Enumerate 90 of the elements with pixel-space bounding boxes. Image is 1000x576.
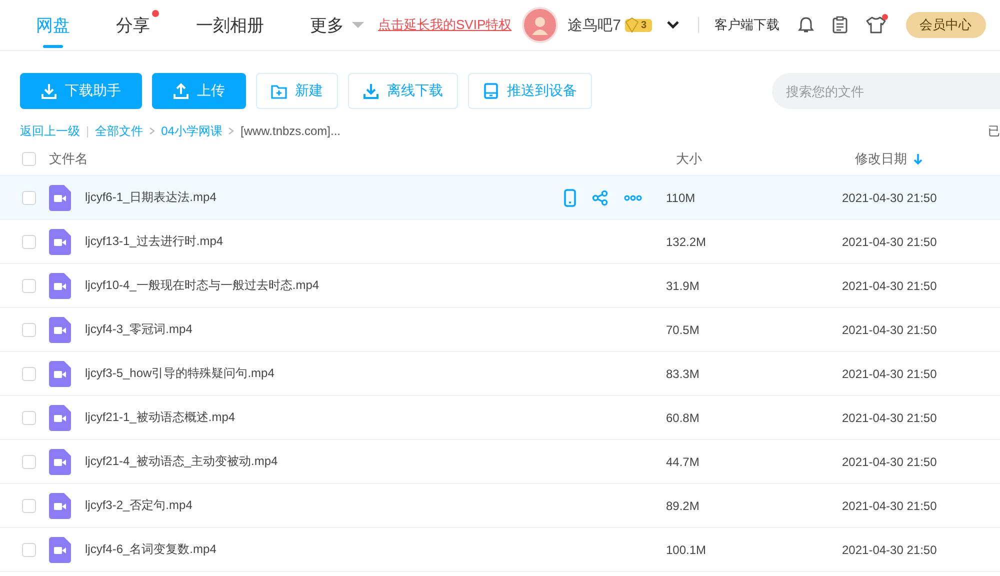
shield-icon [624,16,639,32]
checkbox[interactable] [22,410,36,424]
promo-link[interactable]: 点击延长我的SVIP特权 [378,16,512,34]
file-name[interactable]: ljcyf4-3_零冠词.mp4 [85,321,666,338]
modified-date: 2021-04-30 21:50 [842,278,937,292]
file-size: 110M [666,190,696,204]
member-center-button[interactable]: 会员中心 [906,12,986,38]
video-file-icon [49,228,71,254]
chevron-down-icon[interactable] [666,20,680,30]
file-name[interactable]: ljcyf3-2_否定句.mp4 [85,497,666,514]
file-name[interactable]: ljcyf10-4_一般现在时态与一般过去时态.mp4 [85,277,666,294]
status-text: 已 [988,122,1000,140]
tablet-icon [483,83,499,99]
modified-date: 2021-04-30 21:50 [842,410,937,424]
column-header[interactable]: 大小 [676,151,702,166]
avatar-figure-icon [530,15,550,35]
video-file-icon [49,272,71,298]
video-file-icon [49,184,71,210]
checkbox[interactable] [22,498,36,512]
file-row[interactable]: ljcyf21-4_被动语态_主动变被动.mp4 44.7M 2021-04-30 21:50 [0,440,1000,484]
chevron-right-icon [228,127,234,135]
nav-tab[interactable]: 更多 [310,0,364,50]
file-size: 60.8M [666,410,700,424]
file-name[interactable]: ljcyf21-4_被动语态_主动变被动.mp4 [85,453,666,470]
file-name[interactable]: ljcyf6-1_日期表达法.mp4 [85,189,564,206]
checkbox[interactable] [22,454,36,468]
video-file-icon [49,360,71,386]
file-row[interactable]: ljcyf21-1_被动语态概述.mp4 60.8M 2021-04-30 21:50 [0,396,1000,440]
modified-date: 2021-04-30 21:50 [842,542,937,556]
bell-icon[interactable] [798,16,814,34]
upload-icon [173,83,189,99]
column-header[interactable]: 修改日期 [855,150,907,168]
file-row[interactable]: ljcyf6-1_日期表达法.mp4 110M 2021-04-30 21:50 [0,175,1000,220]
checkbox[interactable] [22,542,36,556]
modified-date: 2021-04-30 21:50 [842,234,937,248]
video-file-icon [49,448,71,474]
modified-date: 2021-04-30 21:50 [842,322,937,336]
file-size: 44.7M [666,454,700,468]
shirt-icon[interactable] [866,16,886,34]
modified-date: 2021-04-30 21:50 [842,454,937,468]
file-row[interactable]: ljcyf3-2_否定句.mp4 89.2M 2021-04-30 21:50 [0,484,1000,528]
username[interactable]: 途鸟吧7 [568,16,621,34]
file-size: 31.9M [666,278,700,292]
file-size: 89.2M [666,498,700,512]
file-row[interactable]: ljcyf13-1_过去进行时.mp4 132.2M 2021-04-30 21:50 [0,220,1000,264]
file-row[interactable]: ljcyf10-4_一般现在时态与一般过去时态.mp4 31.9M 2021-04-30 21:50 [0,264,1000,308]
modified-date: 2021-04-30 21:50 [842,498,937,512]
nav-tab[interactable]: 分享 [116,0,160,50]
download-icon [363,83,379,99]
video-file-icon [49,316,71,342]
folder-plus-icon [271,83,287,99]
modified-date: 2021-04-30 21:50 [842,190,937,204]
sort-down-icon[interactable] [913,153,923,165]
breadcrumb-item: [www.tnbzs.com]... [240,124,341,138]
search-field[interactable]: 搜索您的文件 [772,73,1000,109]
checkbox[interactable] [22,366,36,380]
caret-icon [352,22,364,28]
client-download-link[interactable]: 客户端下载 [714,16,780,34]
modified-date: 2021-04-30 21:50 [842,366,937,380]
clipboard-icon[interactable] [832,16,848,34]
share-icon[interactable] [592,190,608,206]
file-size: 100.1M [666,542,706,556]
video-file-icon [49,536,71,562]
file-row[interactable]: ljcyf4-6_名词变复数.mp4 100.1M 2021-04-30 21:50 [0,528,1000,572]
file-name[interactable]: ljcyf13-1_过去进行时.mp4 [85,233,666,250]
video-file-icon [49,404,71,430]
checkbox[interactable] [22,322,36,336]
divider: | [86,124,90,138]
file-row[interactable]: ljcyf3-5_how引导的特殊疑问句.mp4 83.3M 2021-04-30 21:50 [0,352,1000,396]
checkbox[interactable] [22,234,36,248]
avatar[interactable] [522,7,558,43]
video-file-icon [49,492,71,518]
checkbox[interactable] [22,278,36,292]
notification-dot [152,10,159,17]
file-name[interactable]: ljcyf4-6_名词变复数.mp4 [85,541,666,558]
file-name[interactable]: ljcyf3-5_how引导的特殊疑问句.mp4 [85,365,666,382]
file-name[interactable]: ljcyf21-1_被动语态概述.mp4 [85,409,666,426]
phone-icon[interactable] [564,188,576,206]
file-size: 83.3M [666,366,700,380]
select-all-checkbox[interactable] [22,152,36,166]
file-size: 132.2M [666,234,706,248]
chevron-right-icon [149,127,156,135]
more-icon[interactable] [624,194,642,200]
column-header[interactable]: 文件名 [49,150,88,168]
download-icon [41,83,57,99]
file-size: 70.5M [666,322,700,336]
checkbox[interactable] [22,190,36,204]
level-badge: 3 [624,18,652,32]
nav-tab[interactable]: 一刻相册 [196,0,274,50]
file-row[interactable]: ljcyf4-3_零冠词.mp4 70.5M 2021-04-30 21:50 [0,308,1000,352]
